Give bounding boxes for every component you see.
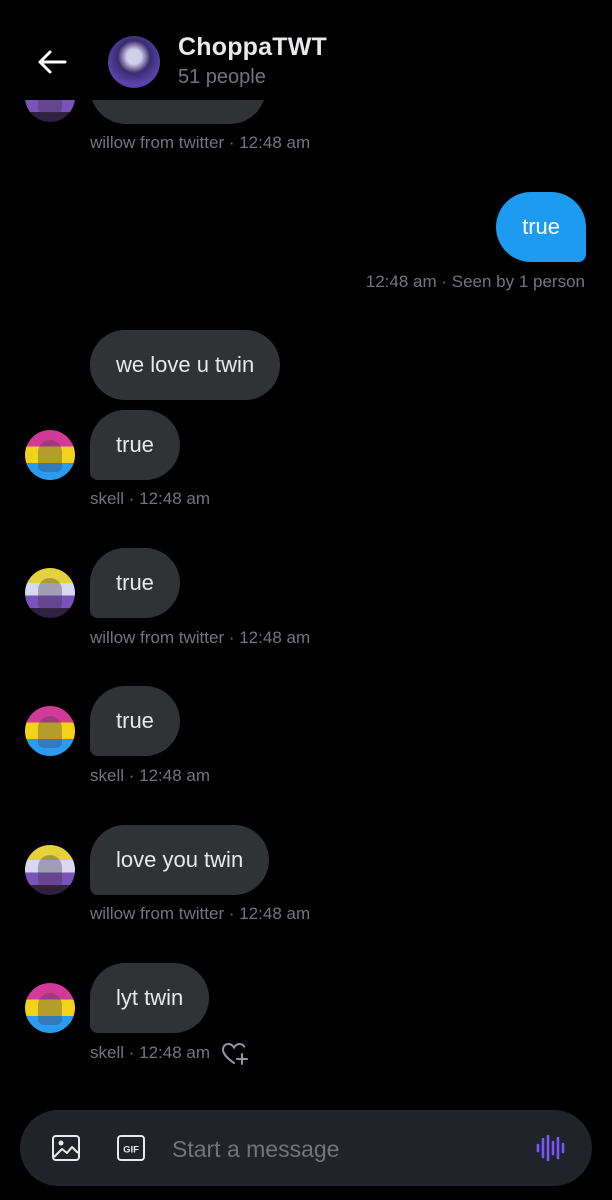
- message-meta: skell · 12:48 am: [90, 766, 210, 785]
- add-gif-button[interactable]: GIF: [115, 1132, 147, 1164]
- message-input[interactable]: [170, 1128, 514, 1170]
- message-bubble[interactable]: we love u twin: [90, 330, 281, 400]
- message-meta: willow from twitter · 12:48 am: [90, 133, 311, 152]
- add-reaction-button[interactable]: [221, 1041, 249, 1067]
- group-title[interactable]: ChoppaTWT: [178, 33, 327, 62]
- message-meta: willow from twitter · 12:48 am: [90, 628, 311, 647]
- gif-icon: GIF: [117, 1135, 145, 1161]
- conversation-header: ChoppaTWT 51 people: [0, 0, 612, 100]
- message-bubble[interactable]: lyt twin: [90, 963, 210, 1033]
- voice-message-icon: [536, 1134, 565, 1162]
- group-avatar[interactable]: [108, 36, 160, 88]
- avatar-willow[interactable]: [25, 568, 75, 618]
- back-arrow-icon: [38, 50, 67, 74]
- message-meta: skell · 12:48 am: [90, 1043, 210, 1062]
- back-button[interactable]: [30, 40, 74, 84]
- sent-message-meta: 12:48 am · Seen by 1 person: [365, 272, 585, 291]
- avatar-willow[interactable]: [25, 845, 75, 895]
- message-bubble[interactable]: true: [90, 686, 180, 756]
- message-bubble[interactable]: love you twin: [90, 825, 270, 895]
- message-meta: skell · 12:48 am: [90, 489, 210, 508]
- message-meta: willow from twitter · 12:48 am: [90, 904, 311, 923]
- message-bubble[interactable]: true: [90, 548, 180, 618]
- avatar-skell[interactable]: [25, 983, 75, 1033]
- dm-conversation-screen: ChoppaTWT 51 people willow from twitter …: [0, 0, 612, 1200]
- message-bubble[interactable]: true: [90, 410, 180, 480]
- avatar-skell[interactable]: [25, 430, 75, 480]
- group-member-count[interactable]: 51 people: [178, 66, 266, 89]
- gif-label: GIF: [123, 1145, 139, 1156]
- message-composer: GIF: [20, 1110, 592, 1186]
- sent-message-bubble[interactable]: true: [496, 192, 586, 262]
- add-reaction-icon: [221, 1042, 248, 1065]
- add-photo-button[interactable]: [50, 1132, 82, 1164]
- voice-message-button[interactable]: [534, 1132, 568, 1164]
- avatar-skell[interactable]: [25, 706, 75, 756]
- image-icon: [52, 1135, 80, 1161]
